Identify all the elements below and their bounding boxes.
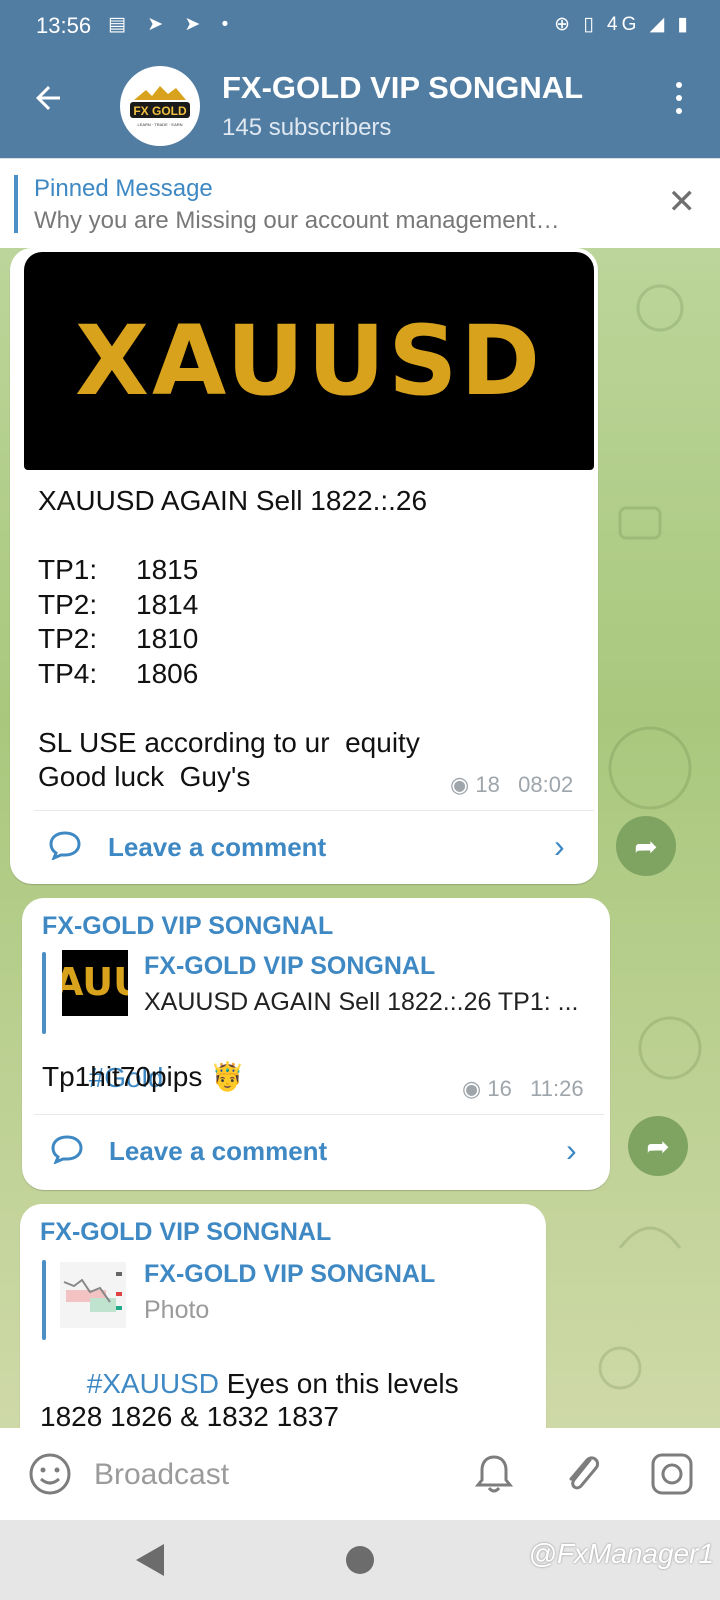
forwarded-thumbnail[interactable]: AUUS (62, 950, 128, 1016)
message-photo[interactable]: XAUUSD (24, 252, 594, 470)
forwarded-from[interactable]: FX-GOLD VIP SONGNAL (144, 1260, 435, 1289)
forwarded-type: Photo (144, 1296, 210, 1324)
avatar-logo-text: FX GOLD (133, 104, 187, 118)
chevron-right-icon[interactable]: › (554, 828, 565, 865)
message-time: 08:02 (518, 772, 574, 797)
message-sender[interactable]: FX-GOLD VIP SONGNAL (42, 912, 333, 941)
attach-icon[interactable] (560, 1450, 604, 1498)
pinned-indicator (14, 175, 18, 233)
comment-bubble-icon (51, 1135, 83, 1164)
hashtag-link[interactable]: #XAUUSD (87, 1368, 219, 1399)
status-bar: 13:56 ▤ ➤ ➤ • ⊕ ▯ 4G ◢ ▮ (0, 0, 720, 52)
avatar-logo-subtext: LEARN · TRADE · EARN (137, 122, 182, 127)
nav-back-icon[interactable] (136, 1544, 164, 1576)
broadcast-bar: Broadcast (0, 1428, 720, 1520)
forwarded-preview: XAUUSD AGAIN Sell 1822.:.26 TP1: ... (144, 988, 579, 1016)
share-button[interactable]: ➦ (628, 1116, 688, 1176)
forwarded-from[interactable]: FX-GOLD VIP SONGNAL (144, 952, 435, 981)
chart-thumbnail[interactable] (60, 1262, 126, 1328)
views-eye-icon: ◉ (462, 1076, 482, 1101)
message-body: Tp1hit70pips 🤴 (42, 1061, 245, 1092)
forward-indicator (42, 952, 46, 1034)
status-time: 13:56 (36, 13, 92, 38)
back-arrow-icon[interactable] (30, 80, 66, 123)
message-sender[interactable]: FX-GOLD VIP SONGNAL (40, 1218, 331, 1247)
leave-comment-button[interactable]: Leave a comment (109, 1136, 327, 1167)
subscriber-count: 145 subscribers (222, 114, 392, 141)
share-button[interactable]: ➦ (616, 816, 676, 876)
system-status-icons: ⊕ ▯ 4G ◢ ▮ (554, 14, 692, 35)
forward-indicator (42, 1260, 46, 1340)
watermark-text: @FxManager1 (528, 1538, 714, 1569)
camera-icon[interactable] (650, 1452, 694, 1496)
message-meta: ◉ 16 11:26 (462, 1076, 584, 1102)
emoji-icon[interactable] (28, 1452, 72, 1496)
message-time: 11:26 (530, 1076, 584, 1101)
broadcast-input[interactable]: Broadcast (94, 1458, 229, 1492)
message-bubble[interactable]: FX-GOLD VIP SONGNAL AUUS FX-GOLD VIP SON… (22, 898, 610, 1190)
message-text: XAUUSD AGAIN Sell 1822.:.26 TP1: 1815 TP… (38, 485, 428, 792)
bell-icon[interactable] (472, 1452, 516, 1496)
comment-divider (34, 810, 594, 811)
message-bubble[interactable]: FX-GOLD VIP SONGNAL FX-GOLD VIP SONGNAL … (20, 1204, 546, 1428)
message-partial-line: 1828 1826 & 1832 1837 (40, 1401, 339, 1428)
channel-header: FX GOLD LEARN · TRADE · EARN FX-GOLD VIP… (0, 52, 720, 158)
view-count: 18 (475, 772, 500, 797)
pinned-text: Why you are Missing our account manageme… (34, 207, 560, 234)
system-navigation-bar: @FxManager1 (0, 1520, 720, 1600)
nav-home-icon[interactable] (346, 1546, 374, 1574)
pinned-message-bar[interactable]: Pinned Message Why you are Missing our a… (0, 158, 720, 248)
message-meta: ◉ 18 08:02 (450, 772, 573, 798)
comment-bubble-icon (49, 831, 81, 860)
views-eye-icon: ◉ (450, 772, 470, 797)
comment-divider (34, 1114, 604, 1115)
message-bubble[interactable]: XAUUSD XAUUSD AGAIN Sell 1822.:.26 TP1: … (10, 248, 598, 884)
chevron-right-icon[interactable]: › (566, 1132, 577, 1169)
more-options-icon[interactable] (674, 82, 684, 121)
channel-avatar[interactable]: FX GOLD LEARN · TRADE · EARN (120, 66, 200, 146)
leave-comment-button[interactable]: Leave a comment (108, 832, 326, 863)
channel-title[interactable]: FX-GOLD VIP SONGNAL (222, 70, 583, 106)
notification-icons: ▤ ➤ ➤ • (108, 14, 237, 35)
thumbnail-text: AUUS (62, 960, 128, 1004)
view-count: 16 (487, 1076, 512, 1101)
photo-caption-xauusd: XAUUSD (74, 305, 544, 417)
chat-history[interactable]: XAUUSD XAUUSD AGAIN Sell 1822.:.26 TP1: … (0, 248, 720, 1428)
close-pinned-icon[interactable]: ✕ (668, 185, 697, 219)
pinned-title: Pinned Message (34, 175, 213, 202)
message-body: Eyes on this levels (218, 1367, 459, 1399)
